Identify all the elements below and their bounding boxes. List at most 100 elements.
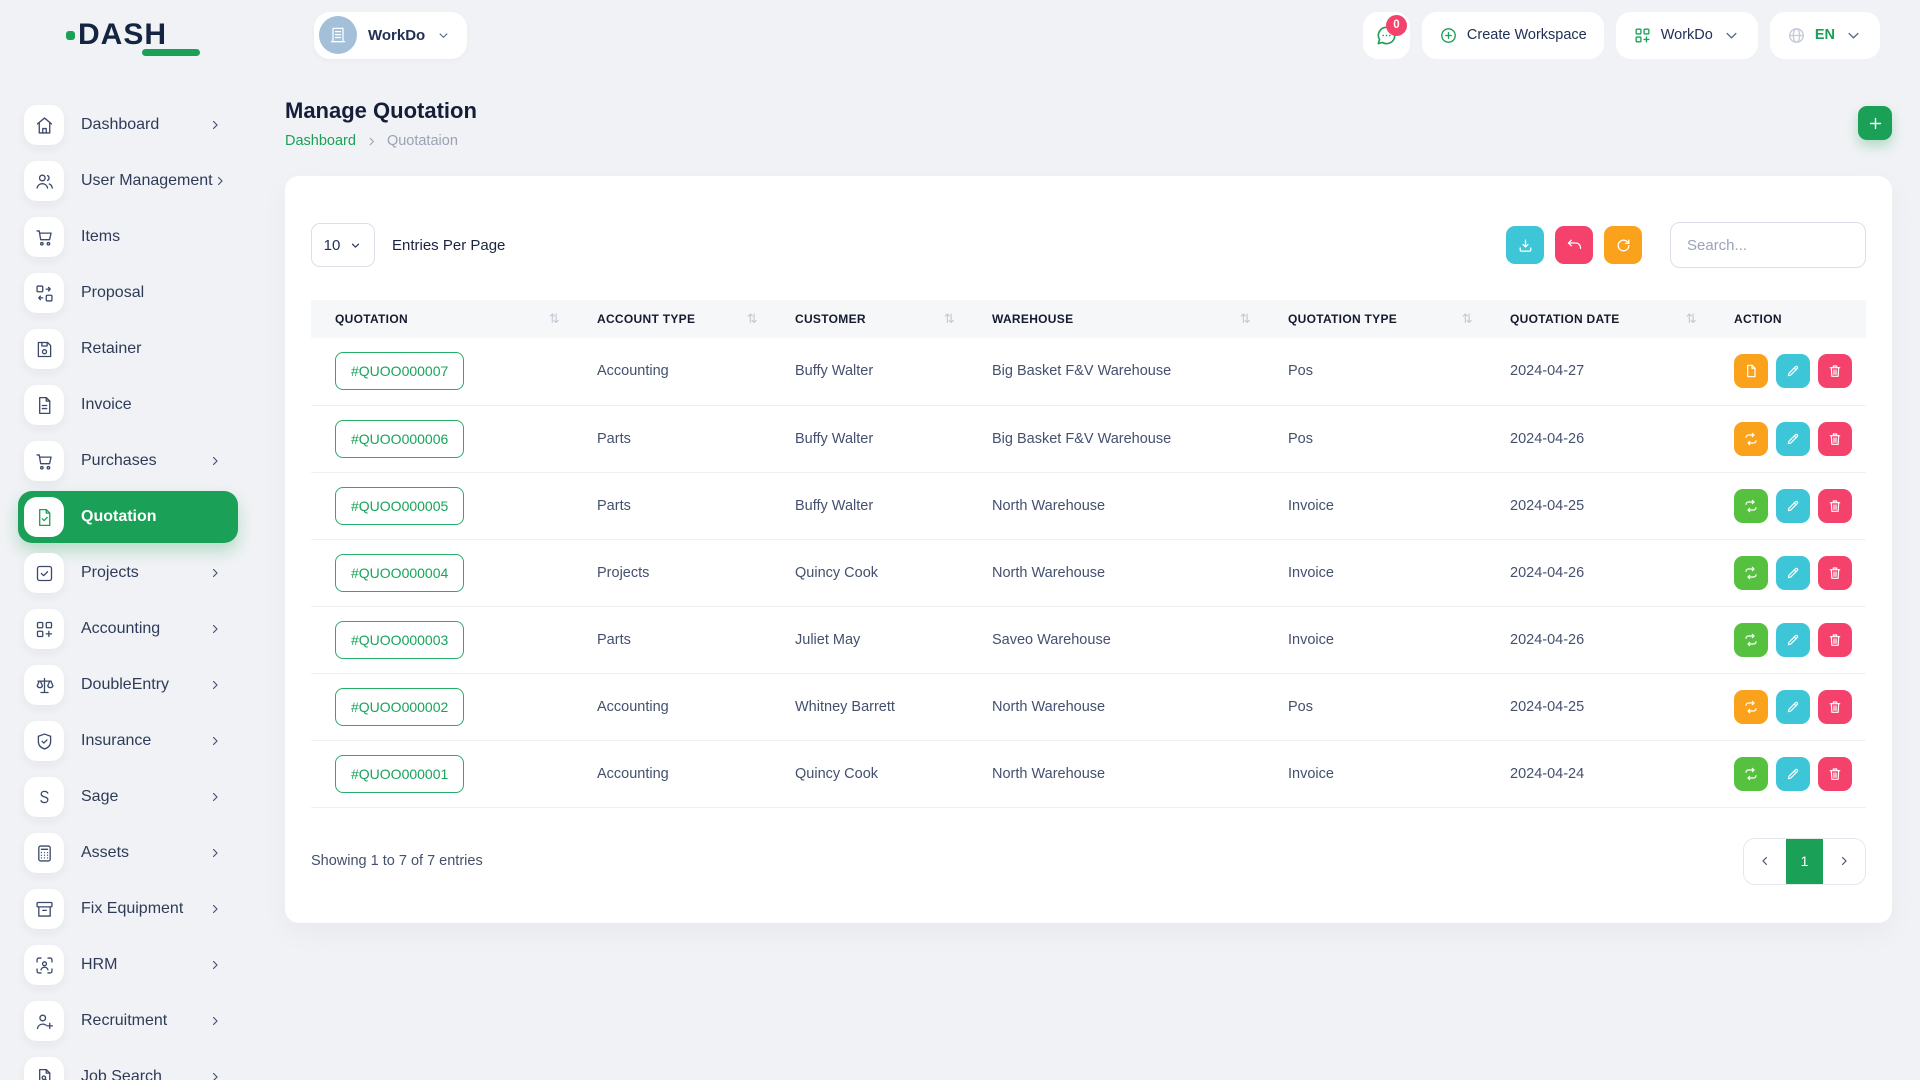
workspace-switcher[interactable]: WorkDo [314, 12, 467, 59]
sidebar-item-label: Purchases [81, 452, 157, 470]
sidebar-item-recruitment[interactable]: Recruitment [18, 995, 238, 1047]
quotation-number-badge[interactable]: #QUOO000006 [335, 420, 464, 458]
edit-button[interactable] [1776, 556, 1810, 590]
sidebar-item-proposal[interactable]: Proposal [18, 267, 238, 319]
calculator-icon [24, 833, 64, 873]
sort-icon[interactable]: ⇅ [549, 311, 560, 327]
sidebar-item-job-search[interactable]: Job Search [18, 1051, 238, 1080]
quotation-number-badge[interactable]: #QUOO000007 [335, 352, 464, 390]
sidebar-item-insurance[interactable]: Insurance [18, 715, 238, 767]
language-label: EN [1815, 27, 1835, 43]
sidebar-item-quotation[interactable]: Quotation [18, 491, 238, 543]
search-input[interactable] [1670, 222, 1866, 268]
convert-button[interactable] [1734, 422, 1768, 456]
sidebar-item-invoice[interactable]: Invoice [18, 379, 238, 431]
table-row: #QUOO000005 Parts Buffy Walter North War… [311, 472, 1866, 539]
delete-button[interactable] [1818, 690, 1852, 724]
sidebar-item-label: HRM [81, 956, 117, 974]
column-header-action[interactable]: ACTION [1710, 300, 1866, 338]
chevron-right-icon [208, 1070, 222, 1080]
convert-button[interactable] [1734, 757, 1768, 791]
quotation-number-badge[interactable]: #QUOO000001 [335, 755, 464, 793]
trash-icon [1827, 363, 1843, 379]
create-workspace-label: Create Workspace [1467, 27, 1587, 43]
quotation-number-badge[interactable]: #QUOO000004 [335, 554, 464, 592]
pagination: 1 [1743, 838, 1866, 885]
delete-button[interactable] [1818, 623, 1852, 657]
sidebar-item-sage[interactable]: Sage [18, 771, 238, 823]
sidebar-item-label: Insurance [81, 732, 151, 750]
edit-button[interactable] [1776, 623, 1810, 657]
sidebar-item-label: Projects [81, 564, 139, 582]
duplicate-button[interactable] [1734, 354, 1768, 388]
delete-button[interactable] [1818, 422, 1852, 456]
sidebar-item-accounting[interactable]: Accounting [18, 603, 238, 655]
sidebar-item-items[interactable]: Items [18, 211, 238, 263]
delete-button[interactable] [1818, 757, 1852, 791]
repeat-icon [1743, 431, 1759, 447]
column-header-customer[interactable]: CUSTOMER ⇅ [771, 300, 968, 338]
add-quotation-button[interactable] [1858, 106, 1892, 140]
app-logo[interactable]: DASH [66, 18, 216, 52]
sort-icon[interactable]: ⇅ [1462, 311, 1473, 327]
undo-button[interactable] [1555, 226, 1593, 264]
column-header-quotation-date[interactable]: QUOTATION DATE ⇅ [1486, 300, 1710, 338]
account-type-cell: Accounting [573, 338, 771, 405]
trash-icon [1827, 766, 1843, 782]
sidebar-item-label: Fix Equipment [81, 900, 183, 918]
sidebar-item-user-management[interactable]: User Management [18, 155, 238, 207]
account-type-cell: Parts [573, 472, 771, 539]
column-header-account-type[interactable]: ACCOUNT TYPE ⇅ [573, 300, 771, 338]
workdo-menu-button[interactable]: WorkDo [1616, 12, 1758, 59]
breadcrumb-dashboard-link[interactable]: Dashboard [285, 133, 356, 149]
sidebar-item-doubleentry[interactable]: DoubleEntry [18, 659, 238, 711]
column-header-quotation[interactable]: QUOTATION ⇅ [311, 300, 573, 338]
messages-button[interactable]: 0 [1363, 12, 1410, 59]
edit-button[interactable] [1776, 489, 1810, 523]
sort-icon[interactable]: ⇅ [1240, 311, 1251, 327]
sidebar-item-label: Proposal [81, 284, 144, 302]
repeat-icon [1743, 632, 1759, 648]
sidebar-item-assets[interactable]: Assets [18, 827, 238, 879]
sort-icon[interactable]: ⇅ [1686, 311, 1697, 327]
convert-button[interactable] [1734, 556, 1768, 590]
customer-cell: Buffy Walter [771, 472, 968, 539]
edit-button[interactable] [1776, 690, 1810, 724]
quotation-number-badge[interactable]: #QUOO000003 [335, 621, 464, 659]
column-header-quotation-type[interactable]: QUOTATION TYPE ⇅ [1264, 300, 1486, 338]
sidebar-item-retainer[interactable]: Retainer [18, 323, 238, 375]
sort-icon[interactable]: ⇅ [944, 311, 955, 327]
export-button[interactable] [1506, 226, 1544, 264]
create-workspace-button[interactable]: Create Workspace [1422, 12, 1604, 59]
sort-icon[interactable]: ⇅ [747, 311, 758, 327]
logo-accent-dot [66, 31, 75, 40]
quotation-number-badge[interactable]: #QUOO000005 [335, 487, 464, 525]
delete-button[interactable] [1818, 556, 1852, 590]
column-header-warehouse[interactable]: WAREHOUSE ⇅ [968, 300, 1264, 338]
edit-button[interactable] [1776, 354, 1810, 388]
sidebar-item-hrm[interactable]: HRM [18, 939, 238, 991]
sidebar-item-purchases[interactable]: Purchases [18, 435, 238, 487]
entries-per-page-select[interactable]: 10 [311, 223, 375, 267]
convert-button[interactable] [1734, 623, 1768, 657]
chevron-down-icon [1722, 26, 1741, 45]
delete-button[interactable] [1818, 489, 1852, 523]
edit-button[interactable] [1776, 422, 1810, 456]
sidebar-item-projects[interactable]: Projects [18, 547, 238, 599]
pencil-icon [1785, 699, 1801, 715]
sidebar-item-dashboard[interactable]: Dashboard [18, 99, 238, 151]
quotation-number-badge[interactable]: #QUOO000002 [335, 688, 464, 726]
convert-button[interactable] [1734, 690, 1768, 724]
refresh-button[interactable] [1604, 226, 1642, 264]
sidebar-item-fix-equipment[interactable]: Fix Equipment [18, 883, 238, 935]
convert-button[interactable] [1734, 489, 1768, 523]
prev-page-button[interactable] [1744, 839, 1786, 884]
language-selector[interactable]: EN [1770, 12, 1880, 59]
delete-button[interactable] [1818, 354, 1852, 388]
page-1-button[interactable]: 1 [1786, 839, 1823, 884]
sidebar-item-label: Assets [81, 844, 129, 862]
edit-button[interactable] [1776, 757, 1810, 791]
quotation-date-cell: 2024-04-26 [1486, 606, 1710, 673]
next-page-button[interactable] [1823, 839, 1865, 884]
quotation-type-cell: Invoice [1264, 606, 1486, 673]
